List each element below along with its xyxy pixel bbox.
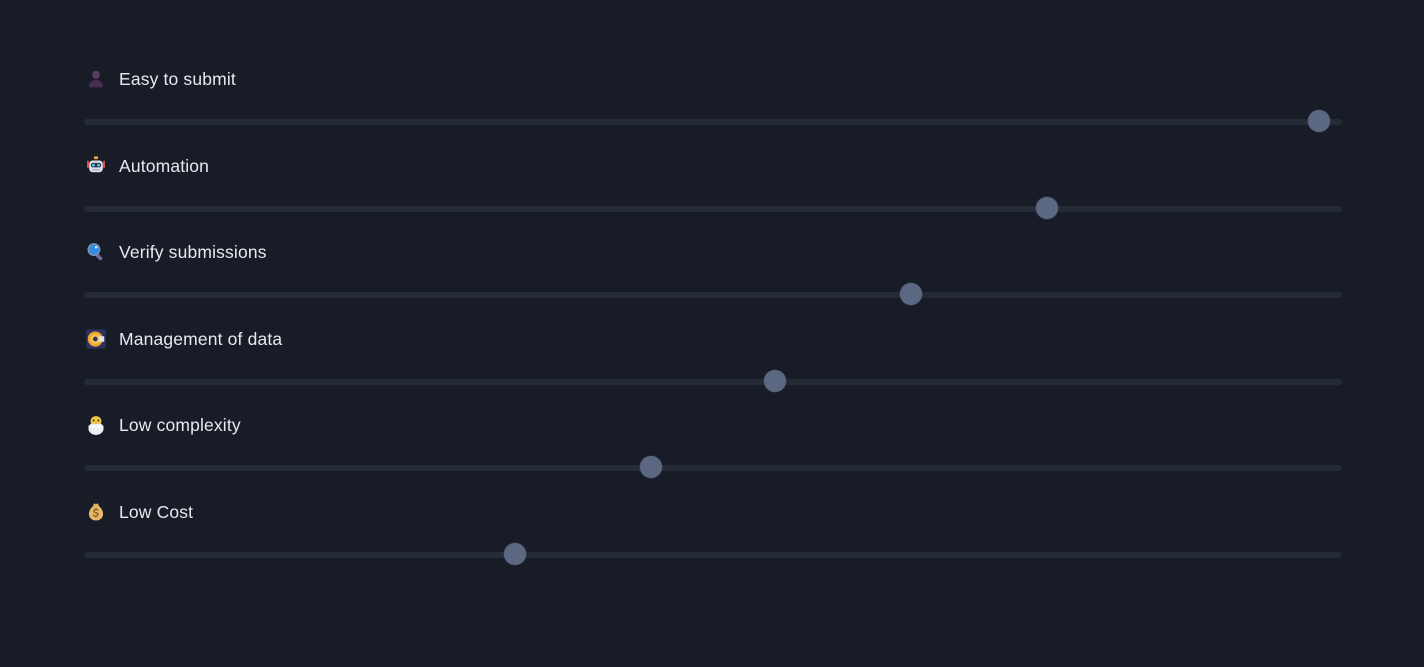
slider-thumb[interactable] — [899, 283, 922, 305]
slider-low-cost[interactable] — [84, 542, 1342, 567]
slider-verify-submissions[interactable] — [84, 283, 1342, 307]
slider-row: Easy to submit — [84, 62, 1342, 149]
slider-row-header: Low Cost — [85, 495, 1342, 529]
slider-label: Management of data — [119, 328, 283, 349]
slider-row-header: Easy to submit — [85, 62, 1342, 96]
hatching-chick-icon — [85, 414, 107, 436]
computer-disk-icon — [85, 328, 107, 350]
criteria-slider-list: Easy to submit Automation Verify submiss… — [84, 62, 1342, 581]
slider-thumb[interactable] — [504, 542, 527, 565]
slider-label: Low Cost — [119, 501, 194, 522]
slider-label: Automation — [119, 155, 210, 176]
slider-fill — [84, 378, 775, 385]
slider-fill — [84, 119, 1319, 125]
slider-row: Low Cost — [84, 495, 1342, 582]
slider-low-complexity[interactable] — [84, 456, 1342, 480]
slider-thumb[interactable] — [1035, 196, 1058, 219]
slider-row-header: Low complexity — [85, 408, 1342, 442]
slider-thumb[interactable] — [1307, 110, 1330, 132]
money-bag-icon — [85, 501, 107, 523]
slider-fill — [84, 292, 911, 298]
slider-label: Low complexity — [119, 415, 241, 435]
slider-automation[interactable] — [84, 196, 1342, 221]
slider-fill — [84, 205, 1047, 212]
slider-thumb[interactable] — [640, 456, 663, 478]
robot-icon — [85, 155, 107, 177]
slider-fill — [84, 465, 652, 471]
slider-row: Verify submissions — [84, 235, 1342, 322]
slider-panel: Easy to submit Automation Verify submiss… — [0, 0, 1424, 667]
slider-row: Management of data — [84, 322, 1342, 409]
slider-label: Easy to submit — [119, 69, 236, 89]
slider-thumb[interactable] — [763, 369, 786, 392]
slider-management-of-data[interactable] — [84, 369, 1342, 394]
slider-easy-to-submit[interactable] — [84, 110, 1342, 134]
slider-row-header: Automation — [85, 149, 1342, 183]
slider-label: Verify submissions — [119, 242, 267, 262]
slider-row-header: Management of data — [85, 322, 1342, 356]
bust-in-silhouette-icon — [85, 68, 107, 90]
slider-row-header: Verify submissions — [85, 235, 1342, 269]
slider-row: Automation — [84, 149, 1342, 236]
slider-fill — [84, 551, 516, 558]
magnifying-glass-icon — [85, 241, 107, 263]
slider-row: Low complexity — [84, 408, 1342, 495]
